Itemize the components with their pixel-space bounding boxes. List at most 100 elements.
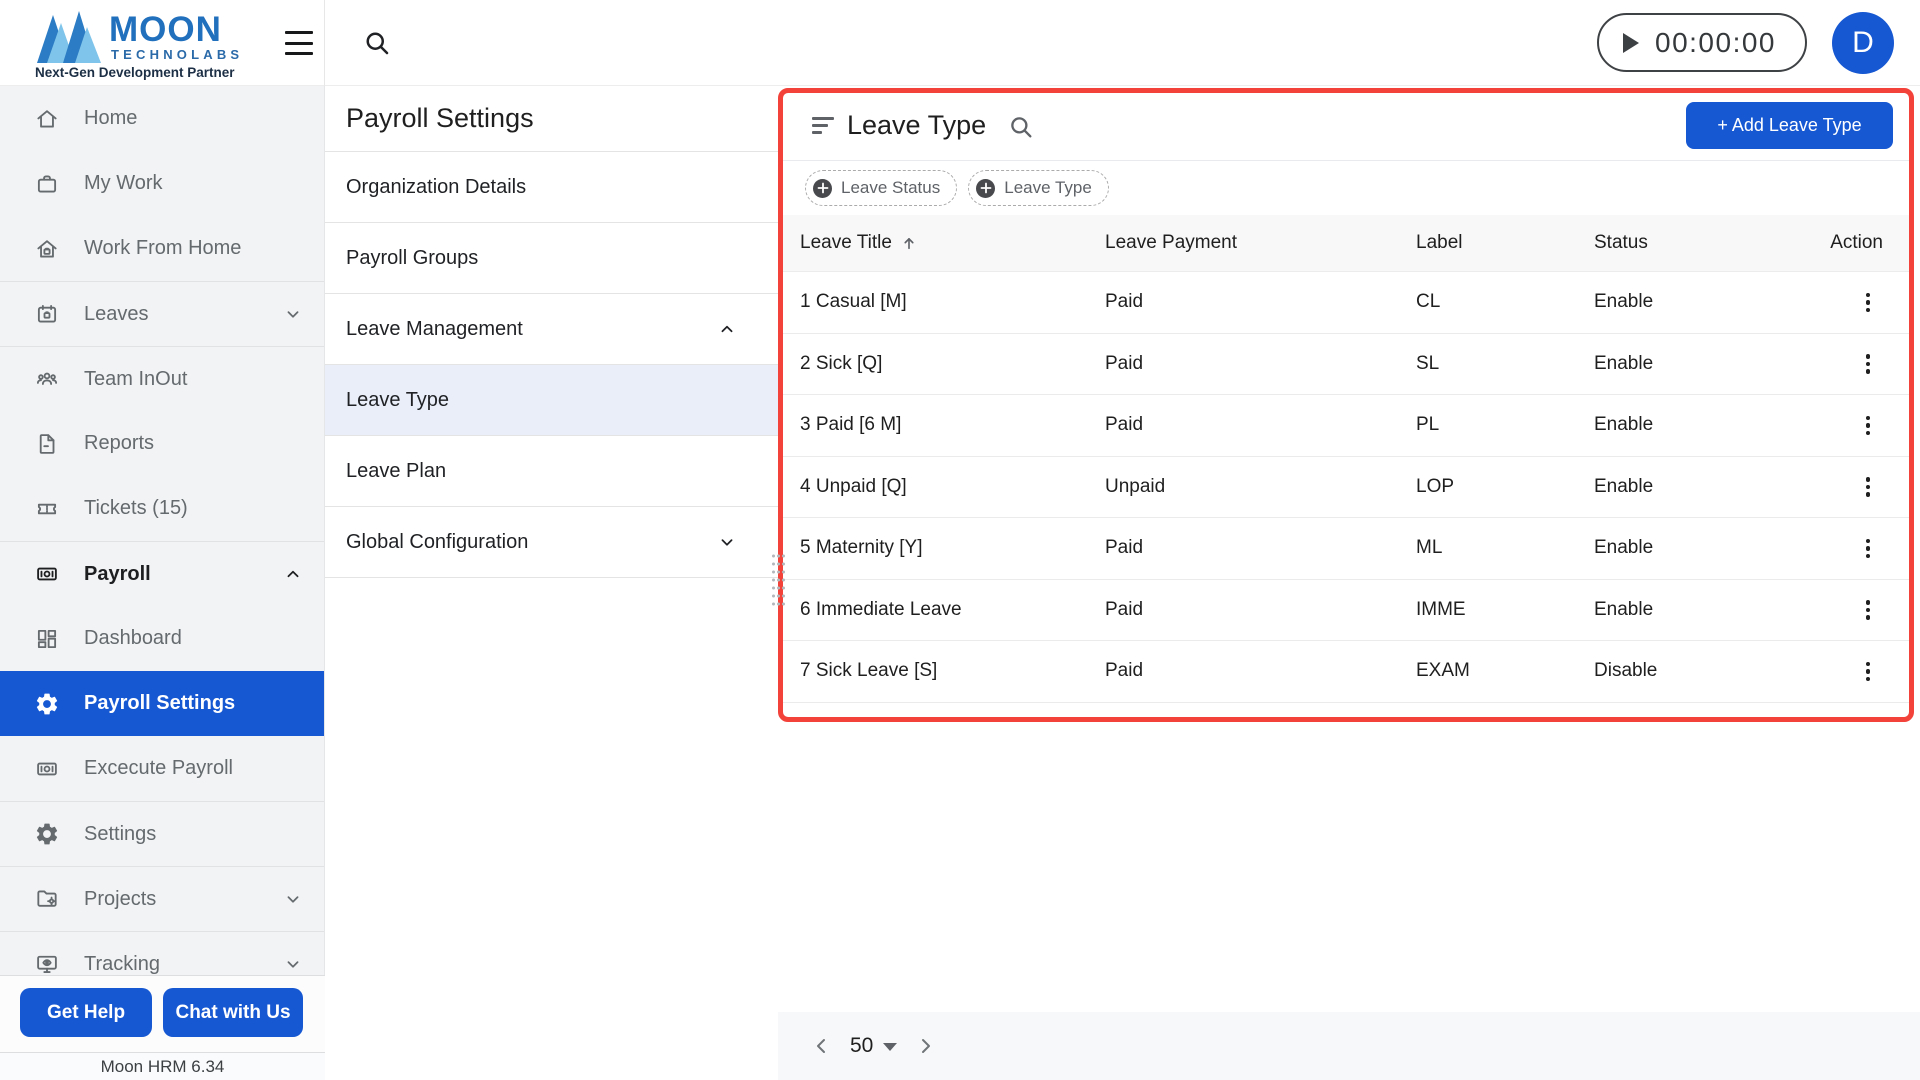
row-actions-kebab-icon[interactable] [1853, 410, 1883, 440]
user-avatar[interactable]: D [1832, 12, 1894, 74]
menu-item-organization-details[interactable]: Organization Details [325, 152, 778, 223]
sidebar-item-payroll-settings[interactable]: Payroll Settings [0, 671, 324, 736]
cell-leave-title: 2 Sick [Q] [800, 352, 883, 374]
settings-panel-title: Payroll Settings [325, 86, 778, 152]
sidebar-item-excecute-payroll[interactable]: Excecute Payroll [0, 736, 324, 801]
chat-with-us-button[interactable]: Chat with Us [163, 988, 303, 1037]
menu-item-global-configuration[interactable]: Global Configuration [325, 507, 778, 578]
sidebar-item-reports[interactable]: Reports [0, 411, 324, 476]
settings-menu-list: Organization Details Payroll Groups Leave … [325, 152, 778, 578]
sidebar-item-dashboard[interactable]: Dashboard [0, 606, 324, 671]
cell-leave-payment: Paid [1105, 414, 1144, 436]
menu-item-label: Global Configuration [346, 530, 529, 553]
sidebar-item-label: Home [84, 107, 138, 129]
cell-leave-title: 5 Maternity [Y] [800, 537, 923, 559]
column-header-status: Status [1594, 232, 1648, 253]
calendar-bag-icon [34, 301, 60, 327]
sidebar-item-payroll[interactable]: Payroll [0, 541, 324, 606]
menu-item-leave-management[interactable]: Leave Management [325, 294, 778, 365]
table-row-4-unpaid-q: 4 Unpaid [Q] Unpaid LOP Enable [783, 457, 1909, 518]
app-root: MOON TECHNOLABS Next-Gen Development Par… [0, 0, 1920, 1080]
previous-page-icon[interactable] [808, 1032, 836, 1060]
sidebar-item-label: Leaves [84, 302, 149, 325]
chevron-down-icon [282, 888, 304, 910]
panel-resize-handle[interactable] [771, 552, 785, 610]
cell-leave-payment: Unpaid [1105, 475, 1166, 497]
sidebar-item-settings[interactable]: Settings [0, 801, 324, 866]
row-actions-kebab-icon[interactable] [1853, 595, 1883, 625]
table-body: 1 Casual [M] Paid CL Enable 2 Sick [Q] Paid SL… [783, 272, 1909, 703]
dropdown-caret-icon [883, 1043, 898, 1051]
row-actions-kebab-icon[interactable] [1853, 656, 1883, 686]
document-icon [34, 431, 60, 457]
menu-item-leave-plan[interactable]: Leave Plan [325, 436, 778, 507]
sidebar-item-home[interactable]: Home [0, 86, 324, 151]
menu-item-label: Payroll Groups [346, 246, 479, 269]
filter-chip-leave-status[interactable]: Leave Status [805, 170, 958, 206]
filter-sort-icon[interactable] [812, 117, 834, 135]
chevron-down-icon [282, 303, 304, 325]
sort-ascending-icon [900, 234, 918, 252]
cell-status: Enable [1594, 352, 1654, 374]
next-page-icon[interactable] [911, 1032, 939, 1060]
sidebar-item-label: Tickets (15) [84, 497, 188, 519]
filter-chip-leave-type[interactable]: Leave Type [968, 170, 1109, 206]
chevron-down-icon [716, 531, 738, 553]
sidebar-item-my-work[interactable]: My Work [0, 151, 324, 216]
cell-status: Enable [1594, 475, 1654, 497]
menu-item-label: Leave Management [346, 317, 523, 340]
add-leave-type-button[interactable]: + Add Leave Type [1686, 102, 1893, 149]
app-version: Moon HRM 6.34 [0, 1052, 325, 1080]
sidebar-item-tickets-15[interactable]: Tickets (15) [0, 476, 324, 541]
cell-action [1813, 349, 1883, 379]
row-actions-kebab-icon[interactable] [1853, 533, 1883, 563]
page-title: Leave Type [847, 110, 987, 140]
main-content: Leave Type + Add Leave Type Leave Status… [778, 86, 1920, 1080]
row-actions-kebab-icon[interactable] [1853, 472, 1883, 502]
column-header-leave-title[interactable]: Leave Title [800, 232, 1105, 254]
sidebar-item-label: Payroll Settings [84, 692, 236, 714]
sidebar-item-team-inout[interactable]: Team InOut [0, 346, 324, 411]
menu-item-label: Leave Plan [346, 459, 447, 482]
cell-leave-payment: Paid [1105, 352, 1144, 374]
cell-label: SL [1416, 352, 1440, 374]
cell-label: EXAM [1416, 660, 1470, 682]
add-filter-icon [813, 178, 832, 198]
page-size-dropdown[interactable]: 50 [850, 1034, 898, 1058]
sidebar-item-projects[interactable]: Projects [0, 866, 324, 931]
sidebar-item-leaves[interactable]: Leaves [0, 281, 324, 346]
column-header-action: Action [1830, 232, 1883, 253]
get-help-button[interactable]: Get Help [20, 988, 152, 1037]
chevron-down-icon [282, 953, 304, 975]
filter-chips-row: Leave Status Leave Type [783, 161, 1909, 215]
sidebar-item-label: Settings [84, 822, 157, 845]
cell-label: CL [1416, 291, 1441, 313]
timer-value: 00:00:00 [1655, 26, 1776, 58]
cell-label: LOP [1416, 475, 1455, 497]
table-search-icon[interactable] [1007, 113, 1035, 141]
cell-action [1813, 595, 1883, 625]
time-tracker[interactable]: 00:00:00 [1597, 13, 1807, 72]
cell-action [1813, 472, 1883, 502]
cell-leave-title: 7 Sick Leave [S] [800, 660, 938, 682]
row-actions-kebab-icon[interactable] [1853, 349, 1883, 379]
menu-item-leave-type[interactable]: Leave Type [325, 365, 778, 436]
cell-leave-title: 1 Casual [M] [800, 291, 907, 313]
hamburger-menu-icon[interactable] [285, 31, 313, 55]
cell-leave-title: 6 Immediate Leave [800, 598, 962, 620]
global-search-icon[interactable] [362, 28, 392, 58]
sidebar-item-label: Payroll [84, 562, 151, 585]
sidebar-item-label: Projects [84, 887, 157, 910]
chip-label: Leave Type [1004, 178, 1092, 197]
menu-item-label: Leave Type [346, 388, 450, 411]
sidebar-item-label: Dashboard [84, 627, 182, 649]
payroll-settings-panel: Payroll Settings Organization Details Pay… [325, 86, 785, 1080]
row-actions-kebab-icon[interactable] [1853, 287, 1883, 317]
timer-play-icon[interactable] [1623, 32, 1639, 53]
table-row-7-sick-leave-s: 7 Sick Leave [S] Paid EXAM Disable [783, 641, 1909, 703]
topbar-divider [324, 0, 325, 86]
sidebar-item-work-from-home[interactable]: Work From Home [0, 216, 324, 281]
cash-icon [34, 756, 60, 782]
sidebar-item-label: Reports [84, 432, 155, 454]
menu-item-payroll-groups[interactable]: Payroll Groups [325, 223, 778, 294]
